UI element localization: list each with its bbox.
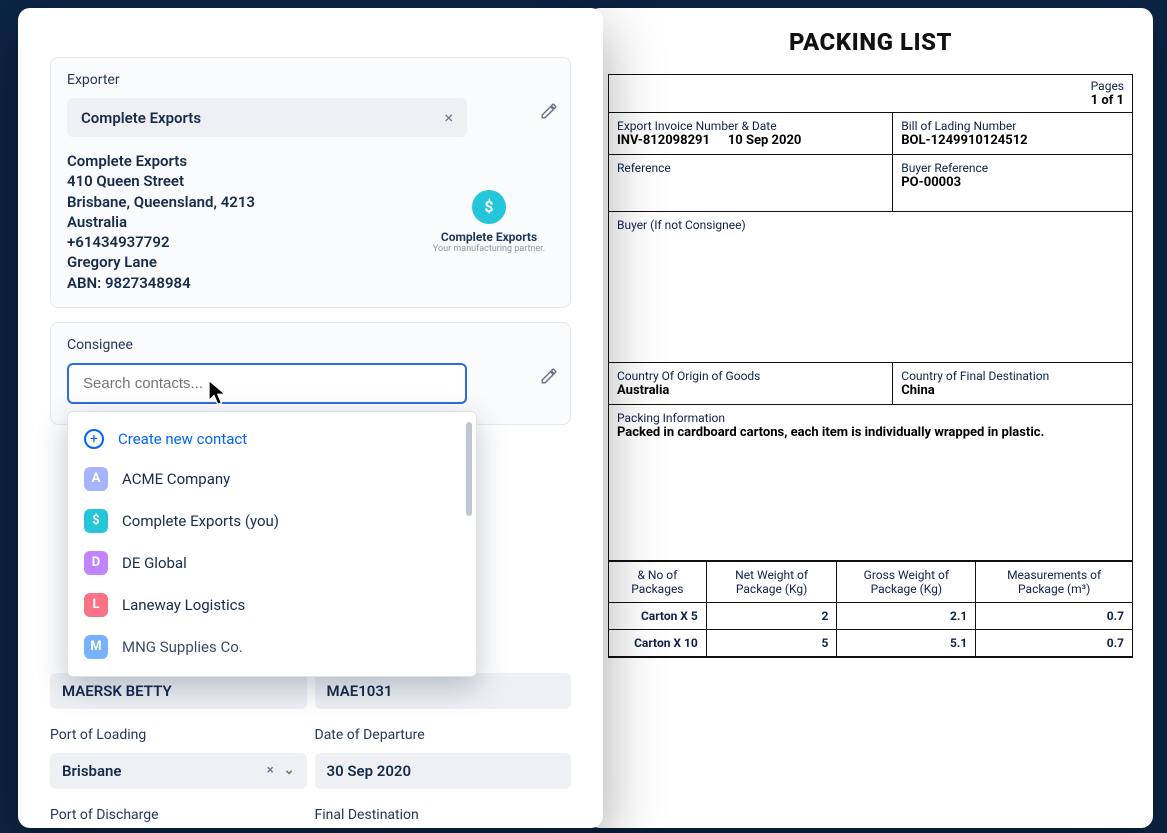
contact-avatar: D <box>84 551 108 575</box>
cursor-icon <box>206 378 232 412</box>
buyer-ref-cell: Buyer Reference PO-00003 <box>893 155 1132 211</box>
date-departure-label: Date of Departure <box>315 719 572 753</box>
contact-option[interactable]: M MNG Supplies Co. <box>68 626 476 668</box>
consignee-label: Consignee <box>67 337 554 353</box>
contact-avatar: $ <box>84 509 108 533</box>
th-packages: & No of Packages <box>609 562 706 603</box>
exporter-value: Complete Exports <box>81 109 201 127</box>
plus-icon: + <box>84 429 104 449</box>
vessel-field[interactable]: MAERSK BETTY <box>50 673 307 709</box>
contact-option[interactable]: A ACME Company <box>68 458 476 500</box>
chevron-down-icon[interactable]: ⌄ <box>284 763 295 778</box>
edit-icon[interactable] <box>540 367 558 389</box>
create-contact-item[interactable]: + Create new contact <box>68 420 476 458</box>
shipping-section: MAERSK BETTY MAE1031 Port of Loading Bri… <box>38 673 583 833</box>
consignee-card: Consignee + Create new contact A ACME Co… <box>50 322 571 425</box>
invoice-cell: Export Invoice Number & Date INV-8120982… <box>609 113 893 154</box>
buyer-cell: Buyer (If not Consignee) <box>609 212 1132 362</box>
exporter-address: Complete Exports 410 Queen Street Brisba… <box>67 151 255 293</box>
bol-cell: Bill of Lading Number BOL-1249910124512 <box>893 113 1132 154</box>
exporter-logo: $ Complete Exports Your manufacturing pa… <box>424 190 554 254</box>
exporter-select[interactable]: Complete Exports × <box>67 98 467 137</box>
exporter-label: Exporter <box>67 72 554 88</box>
table-row: Carton X 5 2 2.1 0.7 <box>609 603 1132 630</box>
exporter-card: Exporter Complete Exports × Complete Exp… <box>50 57 571 308</box>
reference-cell: Reference <box>609 155 893 211</box>
consignee-search-input[interactable] <box>67 363 467 404</box>
edit-icon[interactable] <box>540 102 558 124</box>
contact-dropdown: + Create new contact A ACME Company $ Co… <box>67 411 477 677</box>
contact-avatar: L <box>84 593 108 617</box>
table-row: Carton X 10 5 5.1 0.7 <box>609 630 1132 657</box>
voyage-field[interactable]: MAE1031 <box>315 673 572 709</box>
th-gross: Gross Weight of Package (Kg) <box>837 562 976 603</box>
form-panel: Exporter Complete Exports × Complete Exp… <box>18 8 603 828</box>
date-departure-field[interactable]: 30 Sep 2020 <box>315 753 572 789</box>
clear-icon[interactable]: × <box>267 763 274 778</box>
th-meas: Measurements of Package (m³) <box>976 562 1132 603</box>
destination-cell: Country of Final Destination China <box>893 363 1132 404</box>
scrollbar[interactable] <box>466 422 472 516</box>
document-title: PACKING LIST <box>608 28 1133 56</box>
document-preview: PACKING LIST Pages 1 of 1 Export Invoice… <box>588 8 1153 828</box>
contact-option[interactable]: L Laneway Logistics <box>68 584 476 626</box>
packing-info-cell: Packing Information Packed in cardboard … <box>609 405 1132 560</box>
port-loading-field[interactable]: Brisbane ×⌄ <box>50 753 307 789</box>
contact-option[interactable]: $ Complete Exports (you) <box>68 500 476 542</box>
packages-table: & No of Packages Net Weight of Package (… <box>609 561 1132 657</box>
contact-avatar: M <box>84 635 108 659</box>
contact-option[interactable]: D DE Global <box>68 542 476 584</box>
port-loading-label: Port of Loading <box>50 719 307 753</box>
clear-icon[interactable]: × <box>444 108 453 127</box>
origin-cell: Country Of Origin of Goods Australia <box>609 363 893 404</box>
logo-icon: $ <box>472 190 506 224</box>
contact-avatar: A <box>84 467 108 491</box>
pages-cell: Pages 1 of 1 <box>609 75 1132 113</box>
th-net: Net Weight of Package (Kg) <box>706 562 837 603</box>
